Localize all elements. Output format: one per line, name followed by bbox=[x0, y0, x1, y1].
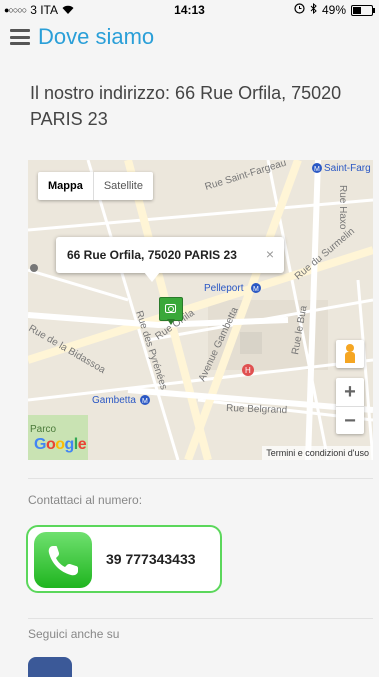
status-bar: ●○○○○ 3 ITA 14:13 49% bbox=[0, 0, 379, 20]
facebook-icon[interactable] bbox=[28, 657, 72, 677]
map-type-control: Mappa Satellite bbox=[38, 172, 153, 200]
map-label-saint-fargeau-station: Saint-Farg bbox=[324, 163, 371, 174]
camera-icon bbox=[165, 304, 176, 313]
street-view-pegman-icon[interactable] bbox=[336, 340, 364, 368]
map-label-rue-haxo: Rue Haxo bbox=[337, 185, 348, 230]
bluetooth-icon bbox=[310, 2, 317, 17]
contact-label: Contattaci al numero: bbox=[28, 493, 143, 507]
divider bbox=[28, 618, 373, 619]
header: Dove siamo bbox=[10, 21, 154, 53]
zoom-control: + − bbox=[336, 378, 364, 434]
page-title: Dove siamo bbox=[38, 24, 155, 49]
google-logo: Google bbox=[34, 436, 87, 453]
map-label-parco: Parco bbox=[30, 424, 57, 435]
map-label-rue-belgrand: Rue Belgrand bbox=[226, 403, 288, 416]
svg-text:M: M bbox=[314, 166, 320, 173]
info-window-address: 66 Rue Orfila, 75020 PARIS 23 bbox=[67, 248, 237, 262]
phone-call-button[interactable]: 39 777343433 bbox=[26, 525, 222, 593]
battery-icon bbox=[351, 4, 375, 16]
map-info-window: 66 Rue Orfila, 75020 PARIS 23 × bbox=[56, 237, 284, 273]
map[interactable]: H M M M Rue Saint-Fargeau Saint-Farg Rue… bbox=[28, 160, 373, 460]
status-right: 49% bbox=[294, 2, 375, 17]
svg-text:H: H bbox=[245, 366, 251, 375]
map-canvas[interactable]: H M M M Rue Saint-Fargeau Saint-Farg Rue… bbox=[28, 160, 373, 460]
zoom-in-button[interactable]: + bbox=[336, 378, 364, 407]
phone-icon bbox=[34, 532, 92, 588]
menu-icon[interactable] bbox=[10, 29, 30, 45]
svg-text:M: M bbox=[253, 286, 259, 293]
alarm-icon bbox=[294, 3, 305, 17]
phone-number: 39 777343433 bbox=[106, 551, 196, 567]
info-window-tail bbox=[144, 272, 160, 282]
svg-text:M: M bbox=[142, 398, 148, 405]
map-marker[interactable] bbox=[159, 297, 183, 325]
map-terms-link[interactable]: Termini e condizioni d'uso bbox=[262, 446, 373, 460]
battery-percent: 49% bbox=[321, 3, 346, 17]
map-type-mappa[interactable]: Mappa bbox=[38, 172, 94, 200]
battery-fill bbox=[353, 6, 361, 14]
close-icon[interactable]: × bbox=[266, 246, 274, 262]
address-text: Il nostro indirizzo: 66 Rue Orfila, 7502… bbox=[30, 83, 342, 129]
map-label-pelleport: Pelleport bbox=[204, 283, 244, 294]
map-type-satellite[interactable]: Satellite bbox=[94, 172, 153, 200]
zoom-out-button[interactable]: − bbox=[336, 407, 364, 435]
follow-label: Seguici anche su bbox=[28, 627, 120, 641]
map-label-gambetta: Gambetta bbox=[92, 395, 136, 406]
divider bbox=[28, 478, 373, 479]
